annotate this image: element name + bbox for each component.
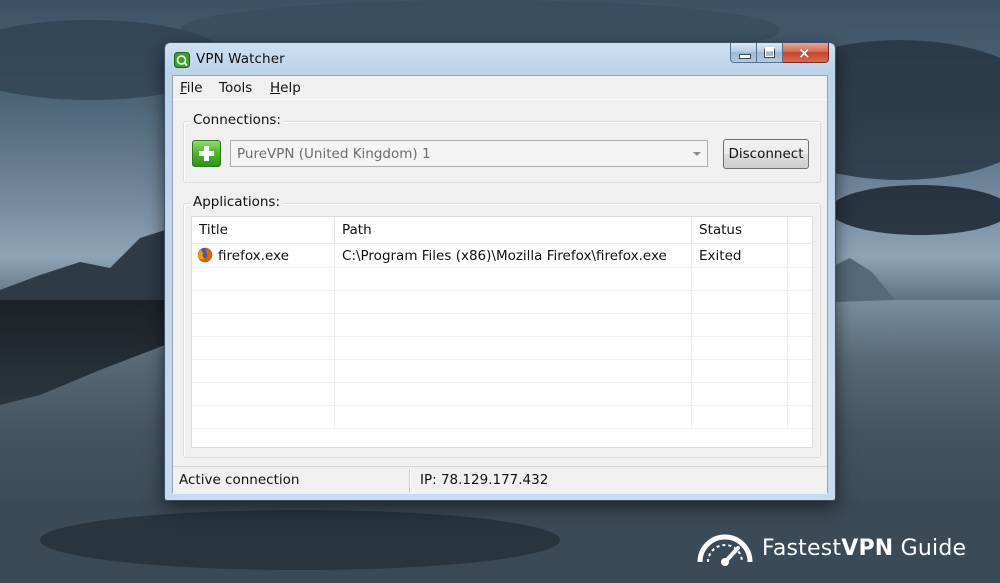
column-header-title[interactable]: Title — [192, 217, 335, 243]
status-divider — [409, 469, 410, 493]
chevron-down-icon — [693, 152, 701, 156]
table-row[interactable]: firefox.exe C:\Program Files (x86)\Mozil… — [192, 244, 812, 268]
empty-cell — [692, 336, 788, 359]
connection-dropdown-value: PureVPN (United Kingdom) 1 — [237, 146, 431, 162]
watermark-word-guide: Guide — [900, 536, 967, 561]
empty-cell — [692, 405, 788, 428]
speedometer-icon — [697, 534, 753, 566]
empty-cell — [192, 382, 335, 405]
empty-row — [192, 290, 812, 314]
empty-cell — [692, 313, 788, 336]
watermark-text: FastestVPN Guide — [762, 536, 966, 561]
vpn-watcher-app-icon — [174, 52, 190, 68]
empty-cell — [692, 290, 788, 313]
watermark-logo: FastestVPN Guide — [694, 534, 966, 566]
minimize-icon — [739, 54, 751, 59]
menu-help-mnemonic: H — [270, 80, 281, 96]
column-header-status[interactable]: Status — [692, 217, 788, 243]
empty-cell — [692, 382, 788, 405]
menu-help-label: elp — [280, 80, 301, 96]
firefox-icon — [197, 247, 213, 263]
menu-bar: File Tools Help — [173, 76, 827, 100]
empty-cell — [335, 405, 692, 428]
disconnect-button[interactable]: Disconnect — [723, 139, 809, 169]
empty-cell — [192, 336, 335, 359]
empty-cell — [335, 313, 692, 336]
column-header-path[interactable]: Path — [335, 217, 692, 243]
empty-row — [192, 336, 812, 360]
maximize-button[interactable] — [757, 43, 783, 63]
empty-row — [192, 359, 812, 383]
connection-dropdown[interactable]: PureVPN (United Kingdom) 1 — [230, 140, 708, 167]
close-button[interactable]: × — [783, 43, 829, 63]
menu-file-label: ile — [186, 80, 203, 96]
empty-cell — [335, 336, 692, 359]
empty-cell — [335, 290, 692, 313]
caption-buttons: × — [730, 43, 829, 63]
list-header: Title Path Status — [192, 217, 812, 244]
empty-row — [192, 405, 812, 429]
empty-row — [192, 267, 812, 291]
watermark-word-vpn: VPN — [841, 536, 894, 561]
empty-cell — [692, 359, 788, 382]
window-title: VPN Watcher — [196, 51, 285, 67]
empty-cell — [192, 405, 335, 428]
close-icon: × — [798, 44, 811, 62]
row-status: Exited — [692, 244, 788, 267]
maximize-icon — [764, 47, 775, 58]
title-bar[interactable]: VPN Watcher × — [165, 43, 835, 75]
status-ip: IP: 78.129.177.432 — [420, 472, 549, 488]
watermark-word-fastest: Fastest — [762, 536, 842, 561]
applications-label: Applications: — [191, 194, 283, 210]
menu-help[interactable]: Help — [270, 80, 301, 96]
menu-tools-label: Tools — [219, 80, 253, 96]
status-connection: Active connection — [179, 472, 300, 488]
app-window: VPN Watcher × File Tools Help Connection… — [164, 42, 836, 501]
row-title-cell: firefox.exe — [192, 244, 335, 267]
connections-label: Connections: — [191, 112, 283, 128]
menu-tools[interactable]: Tools — [219, 80, 252, 96]
empty-cell — [335, 382, 692, 405]
status-bar: Active connection IP: 78.129.177.432 — [173, 466, 827, 494]
empty-row — [192, 382, 812, 406]
plus-icon-bar — [199, 151, 214, 156]
row-path: C:\Program Files (x86)\Mozilla Firefox\f… — [335, 244, 692, 267]
empty-cell — [192, 267, 335, 290]
row-title: firefox.exe — [218, 248, 289, 264]
empty-cell — [335, 267, 692, 290]
empty-cell — [192, 290, 335, 313]
empty-row — [192, 313, 812, 337]
minimize-button[interactable] — [730, 43, 757, 63]
empty-cell — [335, 359, 692, 382]
applications-list[interactable]: Title Path Status firefox.exe C:\Program… — [191, 216, 813, 448]
add-connection-button[interactable] — [192, 140, 221, 167]
empty-cell — [192, 359, 335, 382]
window-client-area: File Tools Help Connections: PureVPN (Un… — [172, 75, 828, 494]
menu-file[interactable]: File — [180, 80, 203, 96]
empty-cell — [692, 267, 788, 290]
empty-cell — [192, 313, 335, 336]
menu-file-mnemonic: F — [180, 80, 187, 96]
